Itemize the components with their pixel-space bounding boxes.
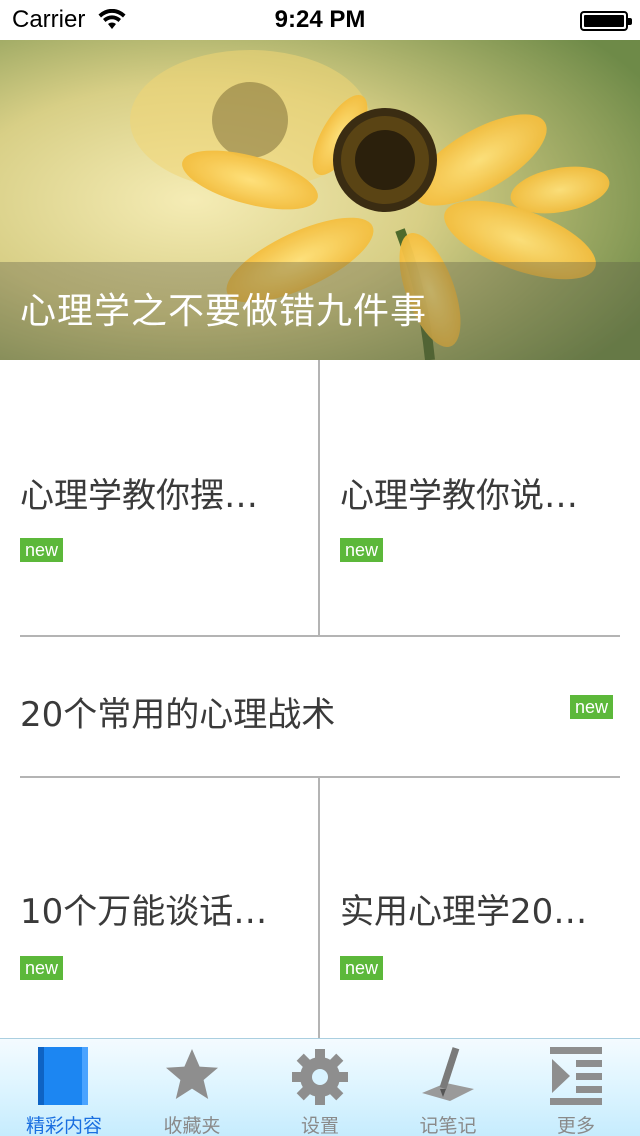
- article-card-5[interactable]: 实用心理学20… new: [320, 778, 640, 1038]
- tab-label: 精彩内容: [25, 1115, 102, 1136]
- article-title: 实用心理学20…: [340, 892, 588, 932]
- book-icon: [38, 1047, 88, 1105]
- tab-label: 收藏夹: [163, 1115, 221, 1136]
- hero-banner[interactable]: 心理学之不要做错九件事: [0, 40, 640, 360]
- new-badge: new: [340, 956, 384, 980]
- star-icon: [166, 1049, 218, 1099]
- article-title: 心理学教你说…: [340, 476, 578, 516]
- clock: 9:24 PM: [274, 6, 366, 33]
- article-title: 10个万能谈话…: [20, 892, 268, 932]
- hero-title: 心理学之不要做错九件事: [20, 291, 428, 332]
- article-title: 心理学教你摆…: [20, 476, 258, 516]
- tab-featured[interactable]: 精彩内容: [0, 1039, 128, 1136]
- article-card-1[interactable]: 心理学教你摆… new: [0, 360, 318, 636]
- status-bar: Carrier 9:24 PM: [0, 0, 640, 40]
- tab-label: 设置: [300, 1115, 339, 1136]
- new-badge: new: [20, 956, 64, 980]
- new-badge: new: [20, 538, 64, 562]
- article-row-3[interactable]: 20个常用的心理战术 new: [0, 637, 640, 776]
- article-card-4[interactable]: 10个万能谈话… new: [0, 778, 318, 1038]
- tab-label: 更多: [556, 1115, 595, 1136]
- tab-favorites[interactable]: 收藏夹: [128, 1039, 256, 1136]
- pen-icon: [422, 1047, 474, 1101]
- tab-notes[interactable]: 记笔记: [384, 1039, 512, 1136]
- tab-more[interactable]: 更多: [512, 1039, 640, 1136]
- more-list-icon: [550, 1047, 602, 1105]
- new-badge: new: [570, 695, 614, 719]
- article-title: 20个常用的心理战术: [20, 695, 336, 735]
- tab-bar: 精彩内容 收藏夹 设置 记笔记 更多: [0, 1038, 640, 1136]
- tab-settings[interactable]: 设置: [256, 1039, 384, 1136]
- new-badge: new: [340, 538, 384, 562]
- tab-label: 记笔记: [419, 1115, 477, 1136]
- article-card-2[interactable]: 心理学教你说… new: [320, 360, 640, 636]
- gear-icon: [292, 1049, 348, 1105]
- battery-icon: [580, 11, 632, 31]
